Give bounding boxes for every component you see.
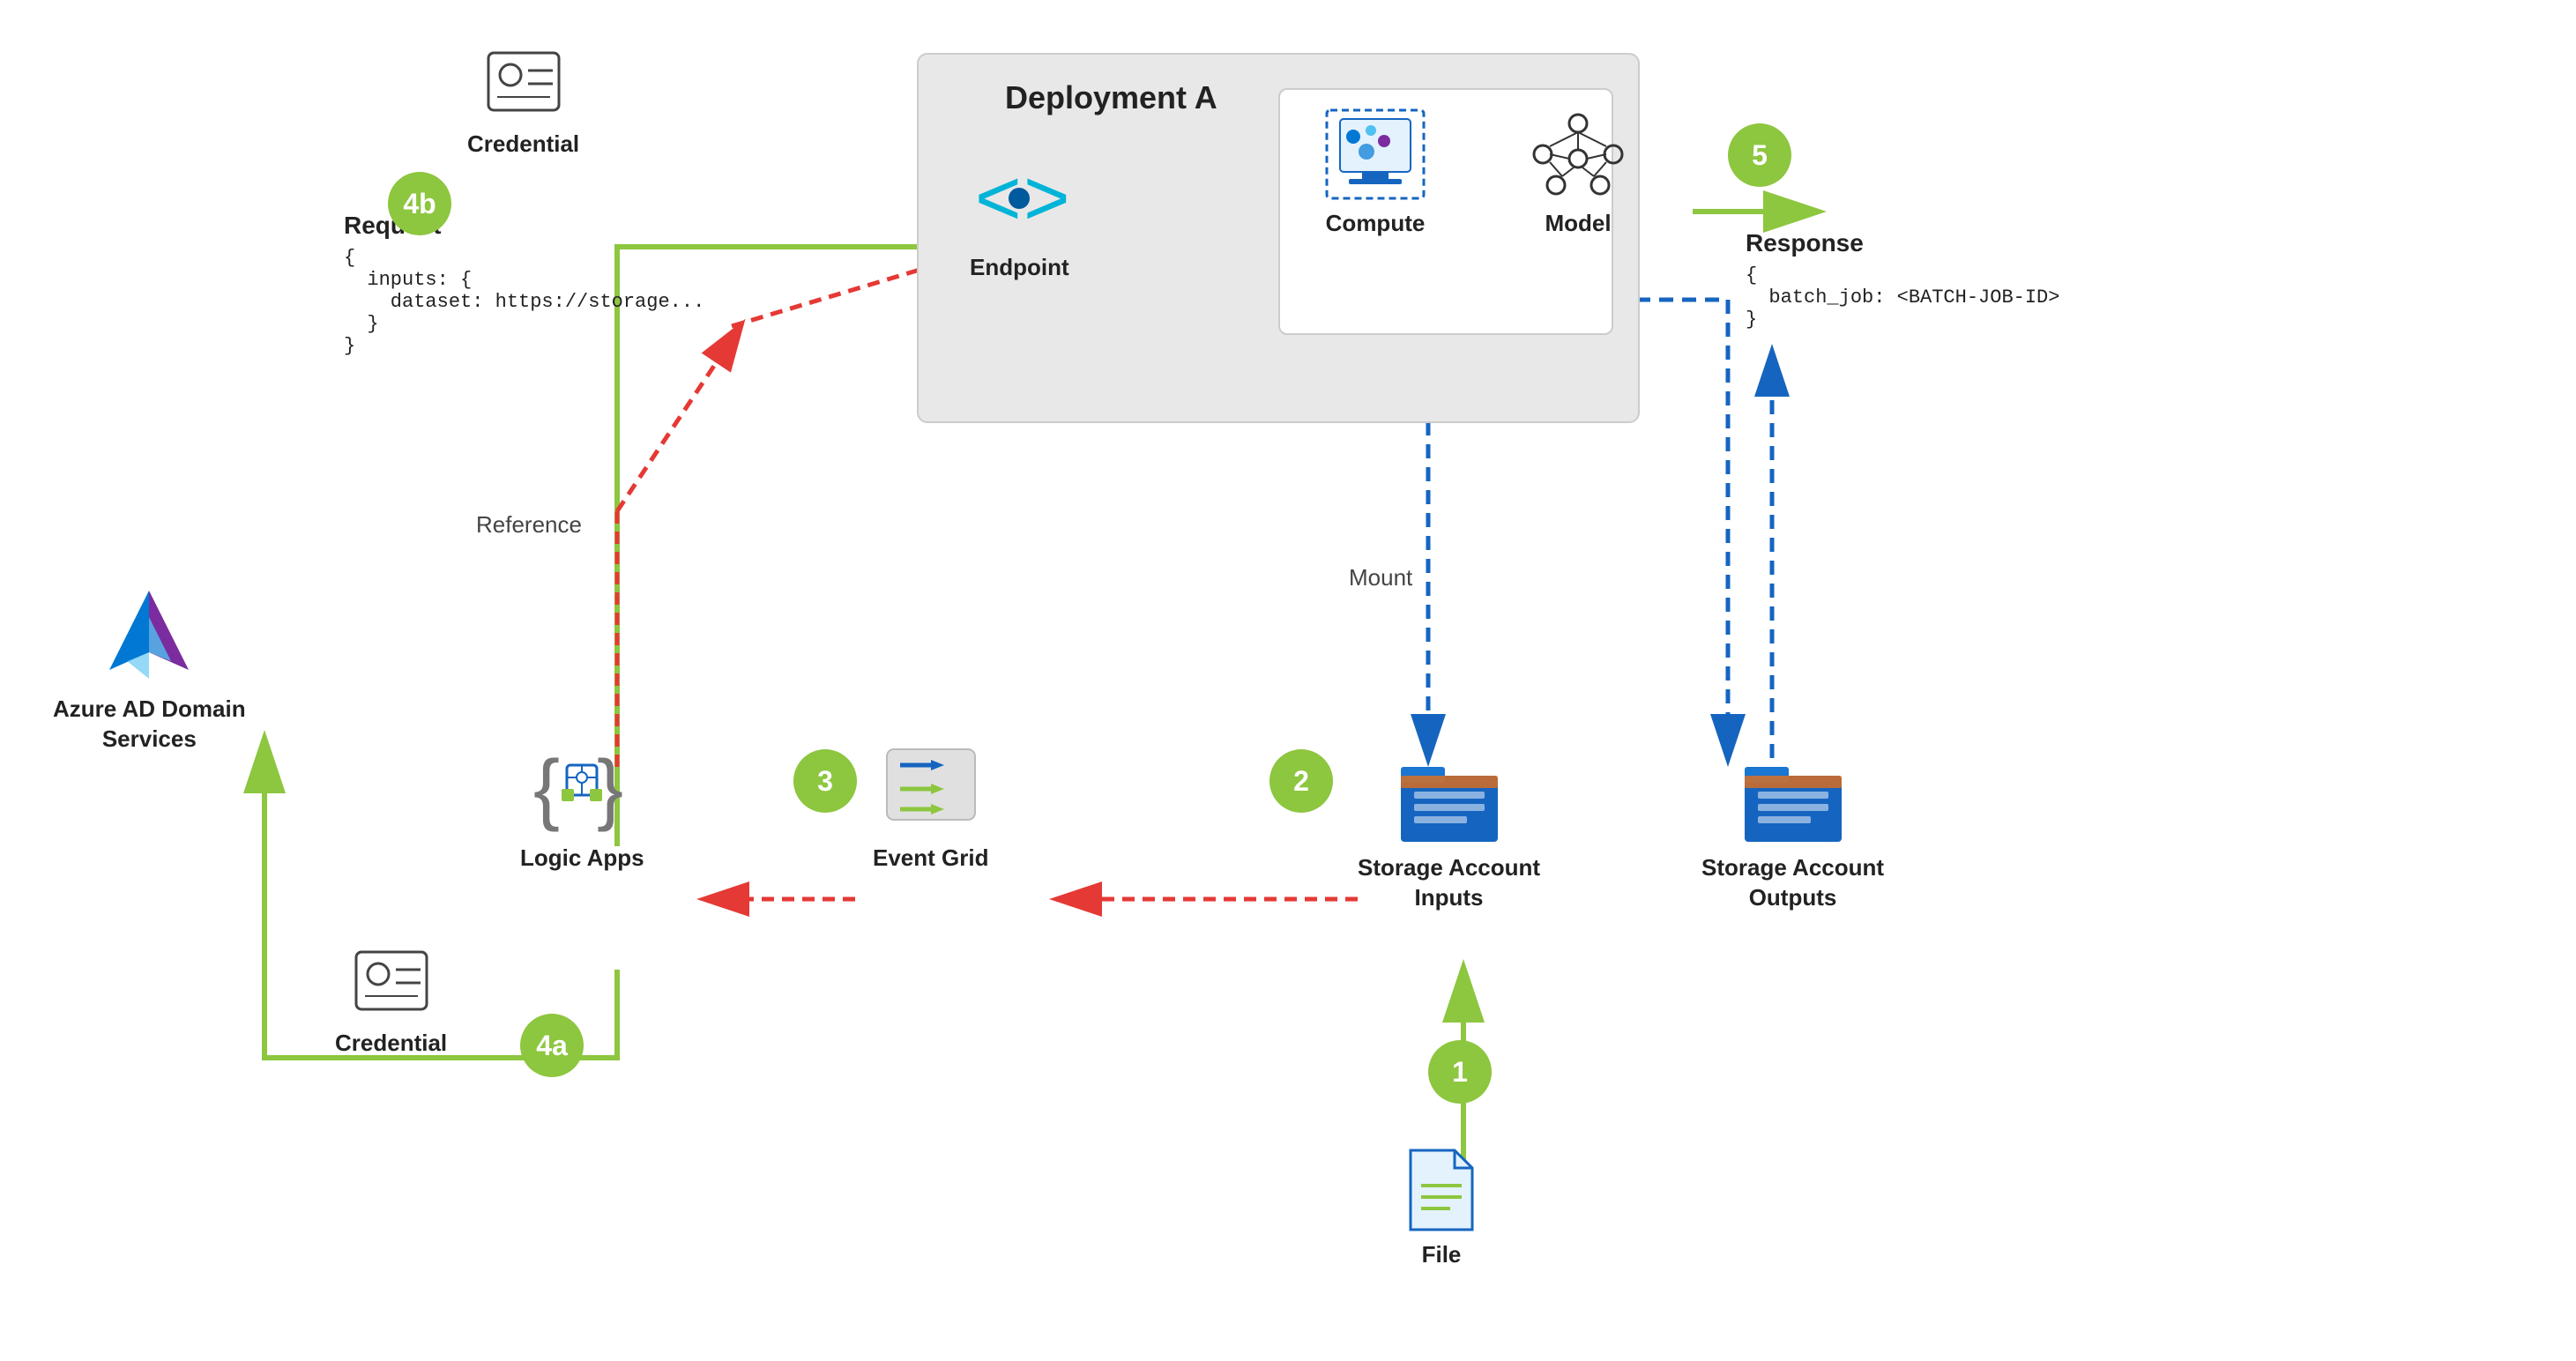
credential-top-label: Credential [467, 130, 579, 158]
reference-label: Reference [476, 511, 582, 539]
logic-apps-block: { } Logic Apps [520, 740, 644, 872]
step-4a-circle: 4a [520, 1014, 584, 1077]
credential-top-block: Credential [467, 44, 579, 158]
step-5-label: 5 [1752, 139, 1768, 172]
step-1-circle: 1 [1428, 1040, 1492, 1104]
step-2-label: 2 [1293, 765, 1309, 798]
storage-outputs-block: Storage AccountOutputs [1701, 758, 1884, 913]
step-3-circle: 3 [793, 749, 857, 813]
step-4b-label: 4b [403, 188, 436, 220]
step-1-label: 1 [1452, 1056, 1468, 1089]
endpoint-icon: < > [971, 150, 1068, 247]
svg-text:>: > [1024, 154, 1068, 242]
svg-text:}: } [597, 745, 623, 833]
response-body: { batch_job: <BATCH-JOB-ID> } [1746, 264, 2059, 331]
compute-label: Compute [1326, 210, 1426, 237]
step-2-circle: 2 [1269, 749, 1333, 813]
credential-bottom-icon [352, 943, 431, 1023]
credential-bottom-label: Credential [335, 1030, 447, 1057]
credential-top-icon [484, 44, 563, 123]
response-block: Response { batch_job: <BATCH-JOB-ID> } [1746, 229, 2059, 331]
step-4a-label: 4a [536, 1030, 568, 1062]
file-block: File [1402, 1146, 1481, 1268]
compute-icon [1322, 106, 1428, 203]
azure-ad-label: Azure AD DomainServices [53, 695, 246, 755]
storage-outputs-icon [1740, 758, 1846, 846]
credential-bottom-block: Credential [335, 943, 447, 1057]
step-4b-circle: 4b [388, 172, 451, 235]
response-title: Response [1746, 229, 2059, 257]
request-body: { inputs: { dataset: https://storage... … [344, 247, 704, 357]
storage-inputs-icon [1396, 758, 1502, 846]
diagram-container: Deployment A < > Endpoint Compute [0, 0, 2576, 1361]
event-grid-label: Event Grid [873, 844, 988, 872]
storage-outputs-label: Storage AccountOutputs [1701, 853, 1884, 913]
step-3-label: 3 [817, 765, 833, 798]
svg-text:{: { [533, 745, 560, 833]
request-block: Request { inputs: { dataset: https://sto… [344, 212, 704, 357]
storage-inputs-block: Storage AccountInputs [1358, 758, 1540, 913]
logic-apps-icon: { } [533, 740, 630, 837]
event-grid-icon [882, 740, 979, 837]
model-icon [1525, 106, 1631, 203]
endpoint-block: < > Endpoint [970, 150, 1069, 281]
step-5-circle: 5 [1728, 123, 1791, 187]
mount-label: Mount [1349, 564, 1412, 591]
compute-block: Compute [1322, 106, 1428, 237]
deployment-title: Deployment A [1005, 79, 1217, 116]
file-label: File [1422, 1241, 1462, 1268]
model-block: Model [1525, 106, 1631, 237]
event-grid-block: Event Grid [873, 740, 988, 872]
logic-apps-label: Logic Apps [520, 844, 644, 872]
model-label: Model [1545, 210, 1611, 237]
azure-ad-block: Azure AD DomainServices [53, 582, 246, 755]
endpoint-label: Endpoint [970, 254, 1069, 281]
storage-inputs-label: Storage AccountInputs [1358, 853, 1540, 913]
file-icon [1402, 1146, 1481, 1234]
azure-ad-icon [101, 582, 197, 688]
